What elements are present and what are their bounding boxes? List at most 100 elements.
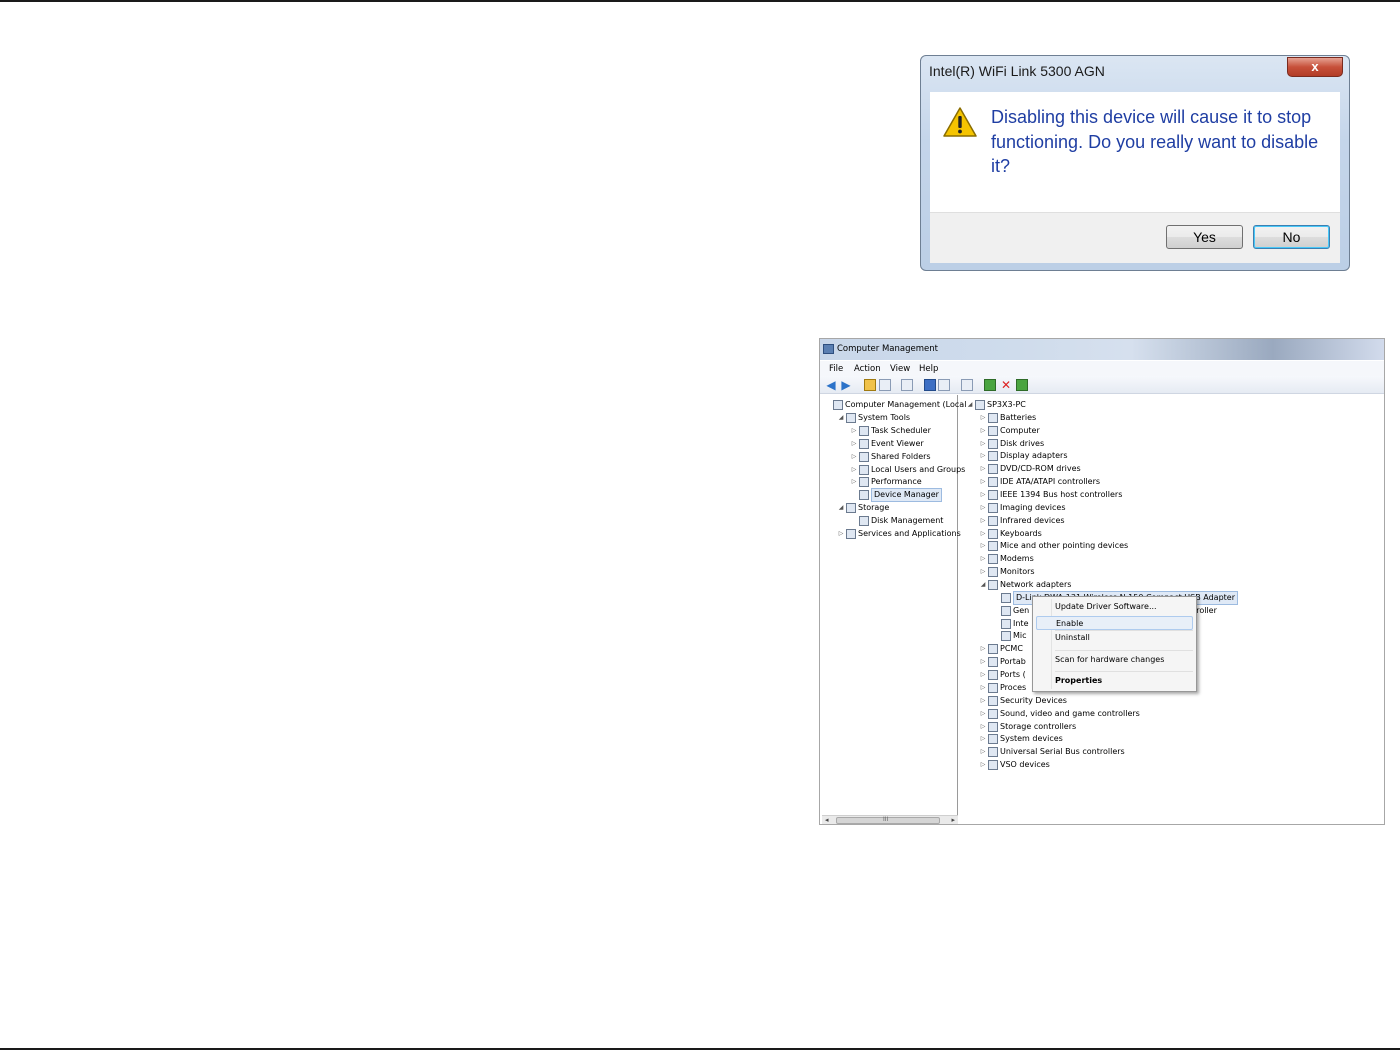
scroll-thumb[interactable]: III <box>836 816 940 824</box>
device-category-icon <box>988 670 998 681</box>
expander-icon[interactable]: ▷ <box>979 708 987 720</box>
scroll-left-arrow-icon[interactable]: ◂ <box>825 816 829 824</box>
device-category-icon <box>988 554 998 565</box>
expander-icon[interactable]: ▷ <box>850 464 858 476</box>
context-menu-item[interactable]: Update Driver Software... <box>1055 600 1157 614</box>
menu-action[interactable]: Action <box>854 364 881 374</box>
computer-management-icon <box>823 344 834 354</box>
expander-icon[interactable]: ▷ <box>979 476 987 488</box>
expander-icon[interactable]: ▷ <box>979 489 987 501</box>
forward-arrow-icon[interactable]: ▶ <box>840 379 852 391</box>
expander-icon[interactable]: ▷ <box>850 438 858 450</box>
device-category-icon <box>988 425 998 436</box>
expander-icon[interactable]: ▷ <box>979 733 987 745</box>
expander-icon[interactable]: ▷ <box>979 746 987 758</box>
device-category-icon <box>988 502 998 513</box>
expander-icon[interactable]: ▷ <box>979 412 987 424</box>
expander-icon[interactable]: ◢ <box>966 399 974 411</box>
device-tree-label: Storage controllers <box>1000 721 1077 731</box>
tree-node-icon <box>846 412 856 423</box>
expander-icon[interactable]: ▷ <box>850 476 858 488</box>
horizontal-scrollbar[interactable]: ◂ III ▸ <box>822 815 958 824</box>
update-driver-icon[interactable] <box>984 379 996 391</box>
device-tree-label: Disk drives <box>1000 438 1045 448</box>
context-menu-item[interactable]: Enable <box>1036 616 1193 630</box>
expander-icon[interactable]: ▷ <box>979 669 987 681</box>
expander-icon[interactable]: ▷ <box>979 721 987 733</box>
expander-icon[interactable]: ▷ <box>979 759 987 771</box>
tree-item-label: Performance <box>871 477 922 487</box>
tree-node-icon <box>859 425 869 436</box>
expander-icon[interactable]: ▷ <box>979 695 987 707</box>
tree-node-icon <box>859 451 869 462</box>
disable-confirm-dialog: Intel(R) WiFi Link 5300 AGN x Disabling … <box>920 55 1350 271</box>
properties-icon[interactable] <box>901 379 913 391</box>
scan-icon[interactable] <box>961 379 973 391</box>
menu-separator <box>1055 650 1193 651</box>
context-menu-item[interactable]: Properties <box>1055 674 1102 688</box>
device-category-icon <box>988 438 998 449</box>
tree-item-label: Computer Management (Local <box>845 400 967 409</box>
expander-icon[interactable]: ◢ <box>837 502 845 514</box>
expander-icon[interactable]: ▷ <box>979 515 987 527</box>
view-icon[interactable] <box>938 379 950 391</box>
back-arrow-icon[interactable]: ◀ <box>825 379 837 391</box>
menu-view[interactable]: View <box>890 364 910 374</box>
device-tree-label: Infrared devices <box>1000 515 1065 525</box>
menu-file[interactable]: File <box>829 364 843 374</box>
bottom-rule <box>0 1048 1400 1050</box>
expander-icon[interactable]: ▷ <box>979 463 987 475</box>
expander-icon[interactable]: ▷ <box>979 438 987 450</box>
up-folder-icon[interactable] <box>864 379 876 391</box>
expander-icon[interactable]: ▷ <box>979 682 987 694</box>
console-tree: ◂ III ▸ Computer Management (Local ◢ Syste… <box>821 395 966 824</box>
device-category-icon <box>988 567 998 578</box>
tree-item-label: Device Manager <box>871 488 942 503</box>
expander-icon[interactable]: ▷ <box>979 425 987 437</box>
yes-button[interactable]: Yes <box>1166 225 1243 249</box>
enable-device-icon[interactable] <box>1016 379 1028 391</box>
device-category-icon <box>1001 592 1011 603</box>
expander-icon[interactable]: ▷ <box>837 528 845 540</box>
expander-icon[interactable]: ▷ <box>979 656 987 668</box>
expander-icon[interactable]: ▷ <box>979 528 987 540</box>
show-hide-tree-icon[interactable] <box>879 379 891 391</box>
close-button[interactable]: x <box>1287 57 1343 77</box>
expander-icon[interactable]: ▷ <box>979 502 987 514</box>
device-tree-label: Modems <box>1000 554 1034 564</box>
context-menu-item[interactable]: Uninstall <box>1055 631 1090 645</box>
device-category-icon <box>988 580 998 591</box>
device-tree-label: Batteries <box>1000 412 1037 422</box>
uninstall-icon[interactable]: ✕ <box>1000 379 1012 391</box>
expander-icon[interactable]: ▷ <box>850 425 858 437</box>
tree-item-label: Shared Folders <box>871 451 931 461</box>
device-tree-label: SP3X3-PC <box>987 400 1026 409</box>
dialog-title: Intel(R) WiFi Link 5300 AGN <box>929 63 1105 79</box>
tree-item-label: Services and Applications <box>858 529 961 538</box>
tree-node-icon <box>833 400 843 410</box>
device-category-icon <box>988 708 998 719</box>
device-tree-label: DVD/CD-ROM drives <box>1000 464 1081 474</box>
expander-icon[interactable]: ◢ <box>979 579 987 591</box>
menu-separator <box>1055 671 1193 672</box>
scroll-right-arrow-icon[interactable]: ▸ <box>951 816 955 824</box>
expander-icon[interactable]: ◢ <box>837 412 845 424</box>
expander-icon[interactable]: ▷ <box>979 643 987 655</box>
tree-node-icon <box>859 464 869 475</box>
no-button[interactable]: No <box>1253 225 1330 249</box>
context-menu-item[interactable]: Scan for hardware changes <box>1055 653 1164 667</box>
expander-icon[interactable]: ▷ <box>979 450 987 462</box>
tree-node-icon <box>846 529 856 539</box>
expander-icon[interactable]: ▷ <box>850 451 858 463</box>
device-tree-label: Inte <box>1013 618 1029 628</box>
tree-node-icon <box>859 516 869 527</box>
device-category-icon <box>988 760 998 771</box>
expander-icon[interactable]: ▷ <box>979 540 987 552</box>
menu-help[interactable]: Help <box>919 364 938 374</box>
scroll-grip: III <box>883 816 889 823</box>
expander-icon[interactable]: ▷ <box>979 566 987 578</box>
help-icon[interactable] <box>924 379 936 391</box>
device-tree-label: Keyboards <box>1000 528 1042 538</box>
expander-icon[interactable]: ▷ <box>979 553 987 565</box>
computer-management-window: Computer Management File Action View Hel… <box>819 338 1385 825</box>
